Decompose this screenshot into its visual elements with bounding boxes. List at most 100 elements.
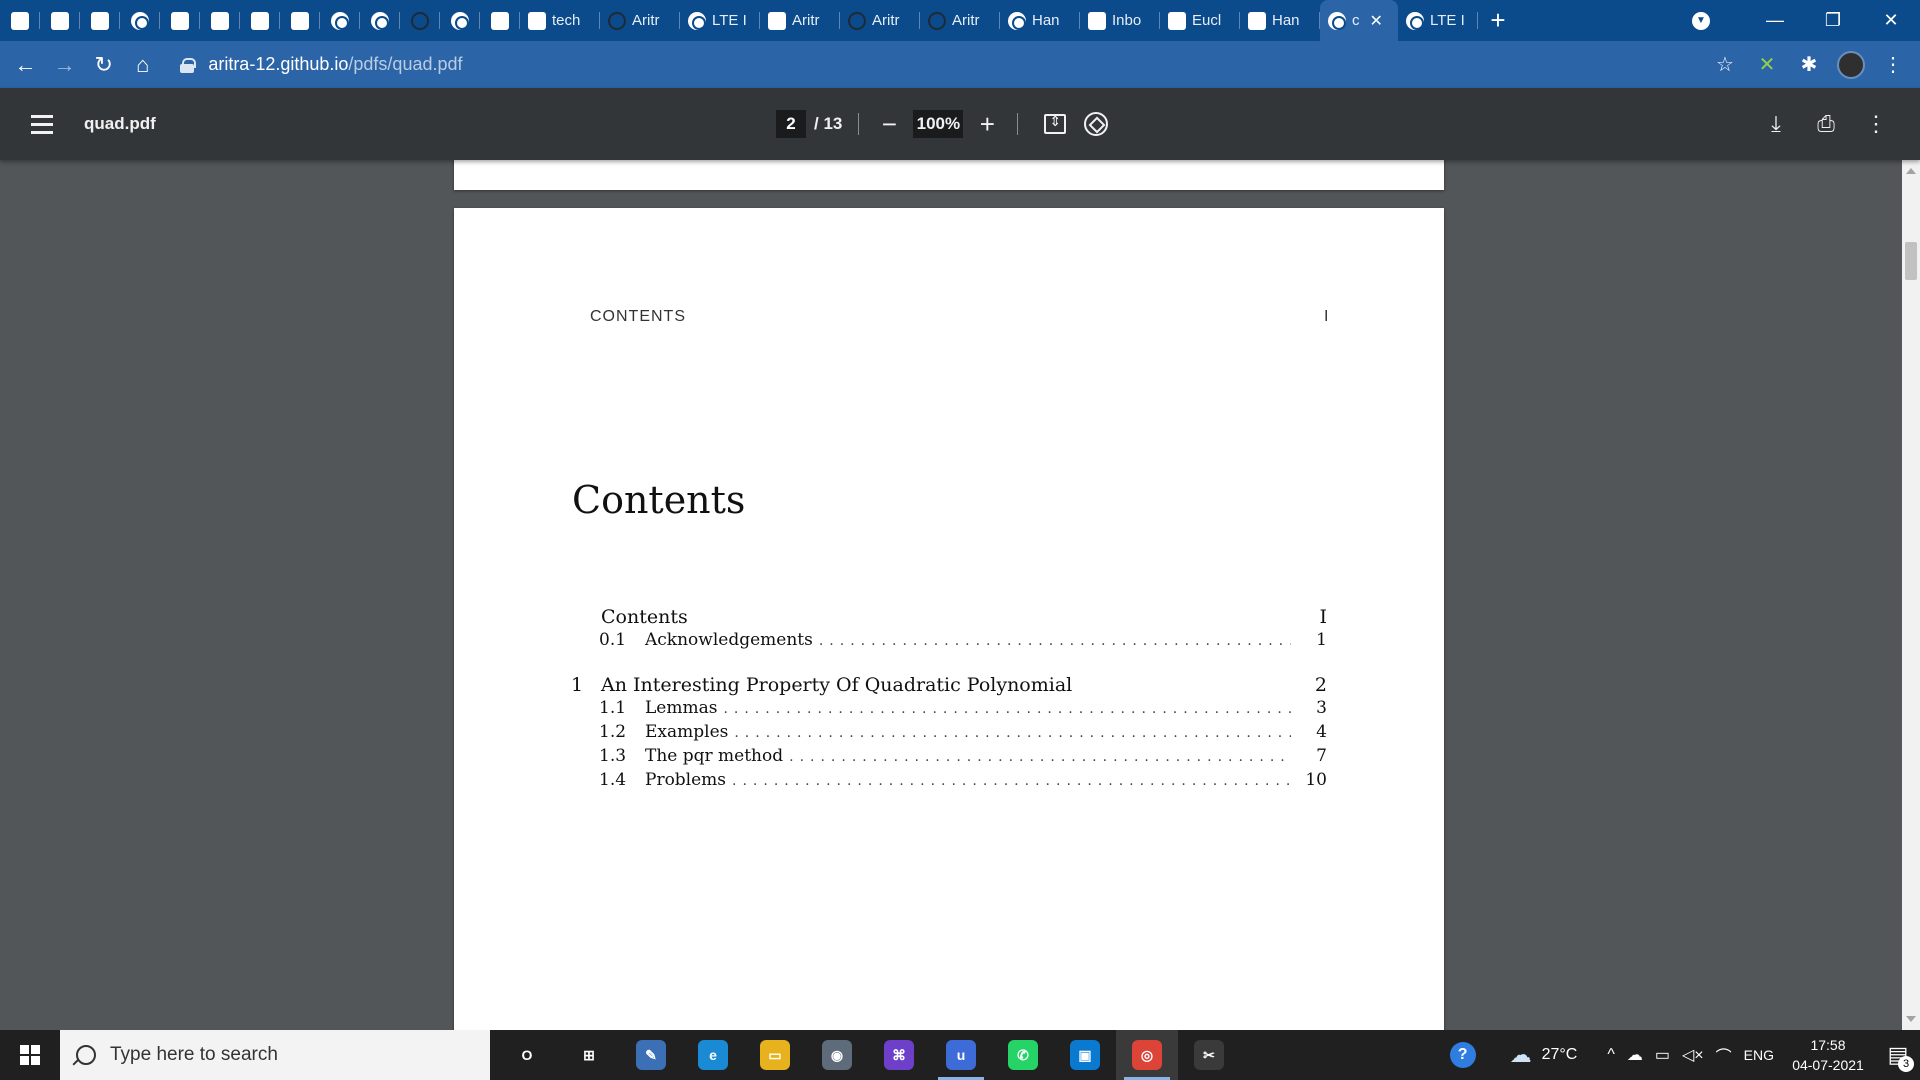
toc-entry[interactable]: Contents I	[571, 606, 1327, 630]
address-bar[interactable]: aritra-12.github.io/pdfs/quad.pdf	[172, 48, 1706, 82]
taskbar-apps: O ⊞ ✎ e ▭ ◉ ⌘ u ✆ ▣ ◎ ✂	[496, 1030, 1240, 1080]
page-number-input[interactable]: 2	[776, 110, 806, 138]
tab-2[interactable]	[80, 0, 120, 41]
tab-21[interactable]: Eucl	[1160, 0, 1240, 41]
weather-widget[interactable]: ☁ 27°C	[1504, 1042, 1584, 1068]
clock[interactable]: 17:58 04-07-2021	[1780, 1035, 1876, 1075]
globe-icon	[1406, 11, 1424, 30]
toc-label: Problems	[645, 770, 727, 790]
toc-entry[interactable]: 1.3 The pqr method.......................…	[571, 746, 1327, 770]
minimize-button[interactable]: —	[1746, 0, 1804, 41]
home-button[interactable]: ⌂	[123, 45, 162, 85]
tab-22[interactable]: Han	[1240, 0, 1320, 41]
taskbar-app-1[interactable]: ⊞	[558, 1030, 620, 1080]
tab-0[interactable]	[0, 0, 40, 41]
pdf-filename: quad.pdf	[84, 114, 156, 133]
tab-11[interactable]	[440, 0, 480, 41]
toc-entry[interactable]: 1 An Interesting Property Of Quadratic Po…	[571, 674, 1327, 698]
taskbar-app-5[interactable]: ◉	[806, 1030, 868, 1080]
new-tab-button[interactable]: +	[1478, 0, 1518, 41]
tab-14[interactable]: Aritr	[600, 0, 680, 41]
tab-23[interactable]: c ✕	[1320, 0, 1398, 41]
tab-5[interactable]	[200, 0, 240, 41]
scroll-down-arrow[interactable]	[1906, 1016, 1916, 1022]
notification-center-button[interactable]: ▤ 3	[1876, 1030, 1920, 1080]
pdf-viewport[interactable]: CONTENTS I Contents Contents I 0.1 Acknowle…	[0, 160, 1902, 1030]
tab-13[interactable]: tech	[520, 0, 600, 41]
tab-1[interactable]	[40, 0, 80, 41]
more-options-icon[interactable]: ⋮	[1858, 106, 1894, 142]
forward-button[interactable]: →	[45, 45, 84, 85]
tab-3[interactable]	[120, 0, 160, 41]
toc-entry[interactable]: 1.2 Examples.............................…	[571, 722, 1327, 746]
tab-18[interactable]: Aritr	[920, 0, 1000, 41]
start-button[interactable]	[0, 1030, 60, 1080]
volume-muted-icon[interactable]: ◁×	[1676, 1045, 1710, 1065]
edge-icon: e	[698, 1040, 728, 1070]
toc-entry[interactable]: 0.1 Acknowledgements.....................…	[571, 630, 1327, 654]
close-window-button[interactable]: ✕	[1862, 0, 1920, 41]
image-icon	[1168, 11, 1186, 30]
download-icon[interactable]: ⤓	[1758, 106, 1794, 142]
taskbar-app-2[interactable]: ✎	[620, 1030, 682, 1080]
taskbar-app-9[interactable]: ▣	[1054, 1030, 1116, 1080]
help-icon[interactable]: ?	[1444, 1042, 1482, 1068]
tab-6[interactable]	[240, 0, 280, 41]
language-indicator[interactable]: ENG	[1738, 1047, 1780, 1063]
tab-search-button[interactable]: ▼	[1686, 6, 1716, 36]
toc-entry[interactable]: 1.1 Lemmas...............................…	[571, 698, 1327, 722]
scroll-up-arrow[interactable]	[1906, 168, 1916, 174]
tab-8[interactable]	[320, 0, 360, 41]
tab-title: LTE I	[712, 12, 747, 29]
wifi-icon[interactable]: ⌒	[1710, 1043, 1738, 1067]
extensions-puzzle-icon[interactable]: ✱	[1790, 46, 1828, 84]
fit-to-page-icon[interactable]	[1044, 113, 1067, 134]
toc-label: An Interesting Property Of Quadratic Pol…	[601, 674, 1073, 696]
taskbar-app-11[interactable]: ✂	[1178, 1030, 1240, 1080]
tab-9[interactable]	[360, 0, 400, 41]
taskbar-app-8[interactable]: ✆	[992, 1030, 1054, 1080]
tab-15[interactable]: LTE I	[680, 0, 760, 41]
sidebar-menu-button[interactable]	[20, 102, 64, 146]
bookmark-star-icon[interactable]: ☆	[1706, 46, 1744, 84]
scroll-thumb[interactable]	[1905, 242, 1917, 280]
zoom-in-button[interactable]: +	[973, 109, 1001, 139]
tab-title: Aritr	[872, 12, 900, 29]
rotate-icon[interactable]	[1084, 112, 1109, 136]
close-tab-icon[interactable]: ✕	[1370, 11, 1383, 31]
reload-button[interactable]: ↻	[84, 45, 123, 85]
taskbar-app-10[interactable]: ◎	[1116, 1030, 1178, 1080]
zoom-level-input[interactable]: 100%	[913, 110, 964, 138]
onedrive-icon[interactable]: ☁	[1621, 1045, 1649, 1065]
running-page-number: I	[1324, 308, 1329, 325]
battery-icon[interactable]: ▭	[1649, 1045, 1676, 1065]
tab-20[interactable]: Inbo	[1080, 0, 1160, 41]
tab-7[interactable]	[280, 0, 320, 41]
extension-icon[interactable]: ✕	[1748, 46, 1786, 84]
taskbar-app-6[interactable]: ⌘	[868, 1030, 930, 1080]
back-button[interactable]: ←	[6, 45, 45, 85]
toc-label: Contents	[601, 606, 688, 628]
vertical-scrollbar[interactable]	[1902, 160, 1920, 1030]
zoom-out-button[interactable]: −	[875, 109, 903, 139]
tab-4[interactable]	[160, 0, 200, 41]
tab-17[interactable]: Aritr	[840, 0, 920, 41]
lock-icon[interactable]	[180, 57, 197, 73]
browser-menu-icon[interactable]: ⋮	[1874, 46, 1912, 84]
restore-button[interactable]: ❐	[1804, 0, 1862, 41]
tab-19[interactable]: Han	[1000, 0, 1080, 41]
tab-10[interactable]	[400, 0, 440, 41]
profile-avatar[interactable]	[1832, 46, 1870, 84]
tab-16[interactable]: Aritr	[760, 0, 840, 41]
show-hidden-icons-icon[interactable]: ^	[1601, 1046, 1621, 1064]
taskbar-app-3[interactable]: e	[682, 1030, 744, 1080]
tab-12[interactable]	[480, 0, 520, 41]
taskbar-app-0[interactable]: O	[496, 1030, 558, 1080]
tab-24[interactable]: LTE I	[1398, 0, 1478, 41]
globe-icon	[688, 11, 706, 30]
print-icon[interactable]: ⎙	[1808, 106, 1844, 142]
taskbar-app-4[interactable]: ▭	[744, 1030, 806, 1080]
toc-entry[interactable]: 1.4 Problems.............................…	[571, 770, 1327, 794]
taskbar-app-7[interactable]: u	[930, 1030, 992, 1080]
taskbar-search-box[interactable]: Type here to search	[60, 1030, 490, 1080]
